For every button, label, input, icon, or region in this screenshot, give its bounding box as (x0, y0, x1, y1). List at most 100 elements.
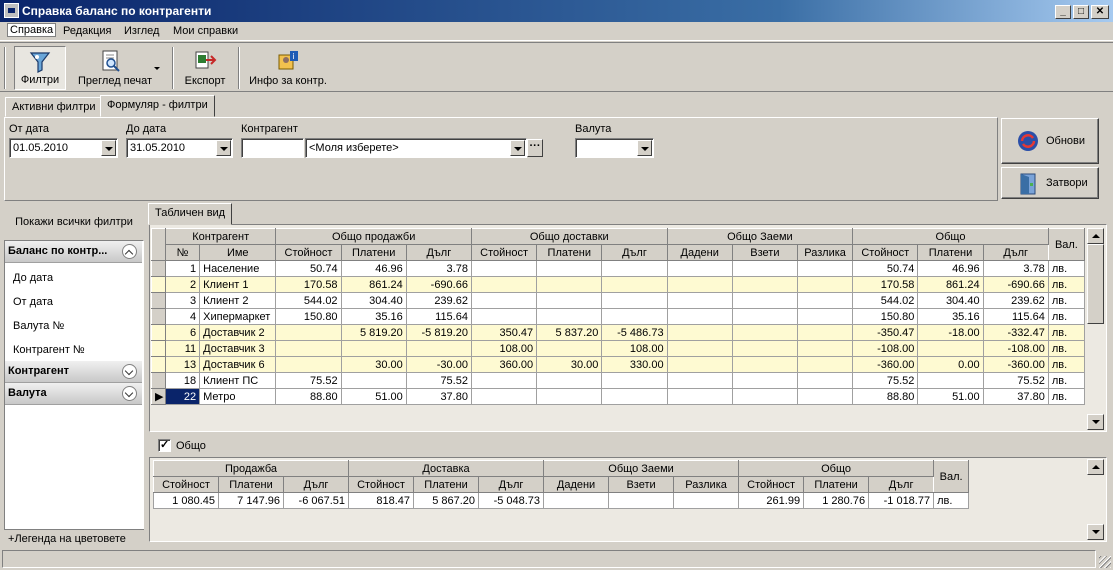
cell-value[interactable]: 150.80 (852, 308, 919, 325)
row-indicator[interactable] (150, 276, 167, 293)
cell-number[interactable]: 1 (165, 260, 201, 277)
table-row[interactable]: 2 Клиент 1 170.58 861.24 -690.66 170.58 861.24… (150, 276, 1086, 293)
cell-currency[interactable]: лв. (1047, 260, 1086, 277)
scroll-thumb[interactable] (1087, 244, 1104, 324)
grid-vertical-scrollbar[interactable] (1087, 228, 1104, 430)
cell-value[interactable] (405, 340, 472, 357)
cell-value[interactable]: 50.74 (852, 260, 919, 277)
table-row[interactable]: ▶ 22 Метро 88.80 51.00 37.80 88.80 51.00 37.80 лв… (150, 388, 1086, 405)
cell-value[interactable]: -360.00 (982, 356, 1049, 373)
row-indicator[interactable] (150, 324, 167, 341)
cell-value[interactable]: 170.58 (275, 276, 342, 293)
to-date-dropdown[interactable] (216, 140, 231, 156)
cell-value[interactable]: 861.24 (340, 276, 407, 293)
totals-column-header[interactable]: Платени (218, 476, 284, 493)
totals-cell-value[interactable] (543, 492, 610, 509)
cell-value[interactable] (731, 308, 798, 325)
column-header[interactable]: Дадени (666, 244, 733, 261)
totals-cell-currency[interactable]: лв. (933, 492, 970, 509)
column-header[interactable]: Платени (536, 244, 603, 261)
cell-value[interactable]: 544.02 (852, 292, 919, 309)
cell-value[interactable] (340, 372, 407, 389)
cell-name[interactable]: Метро (199, 388, 277, 405)
cell-value[interactable]: 37.80 (405, 388, 472, 405)
totals-column-header[interactable]: Платени (413, 476, 480, 493)
cell-value[interactable]: 330.00 (601, 356, 668, 373)
scroll-up-button[interactable] (1087, 228, 1104, 244)
cell-value[interactable] (666, 260, 733, 277)
totals-cell-value[interactable]: 1 280.76 (803, 492, 870, 509)
cell-number[interactable]: 22 (165, 388, 201, 405)
table-row[interactable]: 11 Доставчик 3 108.00 108.00 -108.00 -108.00 л… (150, 340, 1086, 357)
show-all-filters[interactable]: Покажи всички филтри (4, 206, 144, 238)
cell-currency[interactable]: лв. (1047, 308, 1086, 325)
table-row[interactable]: 13 Доставчик 6 30.00 -30.00 360.00 30.00 330.0… (150, 356, 1086, 373)
cell-value[interactable]: -690.66 (982, 276, 1049, 293)
totals-column-header[interactable]: Стойност (153, 476, 219, 493)
group-header-total[interactable]: Общо (852, 228, 1049, 245)
cell-value[interactable]: 88.80 (275, 388, 342, 405)
contractor-browse-button[interactable]: ··· (527, 139, 543, 157)
cell-value[interactable]: -108.00 (852, 340, 919, 357)
column-header[interactable]: Платени (340, 244, 407, 261)
scroll-down-button[interactable] (1087, 524, 1104, 540)
cell-currency[interactable]: лв. (1047, 340, 1086, 357)
totals-group-delivery[interactable]: Доставка (348, 460, 545, 477)
cell-number[interactable]: 2 (165, 276, 201, 293)
group-header-loans[interactable]: Общо Заеми (666, 228, 854, 245)
cell-value[interactable] (731, 356, 798, 373)
totals-cell-value[interactable] (608, 492, 675, 509)
totals-cell-value[interactable]: 7 147.96 (218, 492, 284, 509)
sidebar-item-currency-no[interactable]: Валута № (13, 320, 64, 332)
cell-currency[interactable]: лв. (1047, 292, 1086, 309)
cell-value[interactable]: -108.00 (982, 340, 1049, 357)
cell-value[interactable] (666, 356, 733, 373)
totals-cell-value[interactable]: -6 067.51 (282, 492, 350, 509)
totals-column-header[interactable]: Платени (803, 476, 870, 493)
table-row[interactable]: 4 Хипермаркет 150.80 35.16 115.64 150.80 35.16… (150, 308, 1086, 325)
cell-value[interactable]: 115.64 (405, 308, 472, 325)
chevron-up-icon[interactable] (122, 244, 137, 259)
row-indicator[interactable] (150, 292, 167, 309)
cell-value[interactable] (536, 276, 603, 293)
column-header[interactable]: Име (199, 244, 277, 261)
column-header[interactable]: Дълг (601, 244, 668, 261)
cell-value[interactable] (796, 292, 854, 309)
cell-value[interactable] (917, 340, 984, 357)
currency-select[interactable] (575, 138, 654, 158)
cell-value[interactable] (536, 260, 603, 277)
totals-cell-value[interactable]: 5 867.20 (413, 492, 480, 509)
column-header[interactable]: № (165, 244, 201, 261)
cell-value[interactable] (917, 372, 984, 389)
column-header[interactable]: Платени (917, 244, 984, 261)
cell-value[interactable] (731, 388, 798, 405)
cell-value[interactable] (731, 292, 798, 309)
cell-value[interactable] (275, 356, 342, 373)
cell-value[interactable] (666, 372, 733, 389)
cell-value[interactable] (796, 372, 854, 389)
cell-value[interactable] (796, 356, 854, 373)
cell-value[interactable] (536, 292, 603, 309)
cell-value[interactable]: 239.62 (405, 292, 472, 309)
cell-value[interactable] (796, 324, 854, 341)
totals-group-sale[interactable]: Продажба (152, 460, 350, 477)
contractor-code-input[interactable] (241, 138, 304, 158)
contractor-select[interactable]: <Моля изберете> (305, 138, 527, 158)
totals-column-header[interactable]: Дадени (543, 476, 610, 493)
cell-value[interactable]: 75.52 (275, 372, 342, 389)
column-header[interactable]: Стойност (852, 244, 919, 261)
sidebar-group-contractor[interactable]: Контрагент (5, 361, 142, 383)
row-indicator[interactable] (150, 260, 167, 277)
minimize-button[interactable]: _ (1055, 5, 1071, 19)
cell-value[interactable] (275, 340, 342, 357)
cell-value[interactable] (536, 340, 603, 357)
cell-value[interactable]: 35.16 (340, 308, 407, 325)
cell-value[interactable] (601, 260, 668, 277)
totals-column-header[interactable]: Взети (608, 476, 675, 493)
cell-value[interactable]: 46.96 (340, 260, 407, 277)
column-header-currency[interactable]: Вал. (1047, 228, 1086, 261)
cell-value[interactable]: 350.47 (470, 324, 538, 341)
cell-value[interactable]: -5 819.20 (405, 324, 472, 341)
cell-name[interactable]: Доставчик 6 (199, 356, 277, 373)
tab-form-filters[interactable]: Формуляр - филтри (100, 95, 215, 117)
